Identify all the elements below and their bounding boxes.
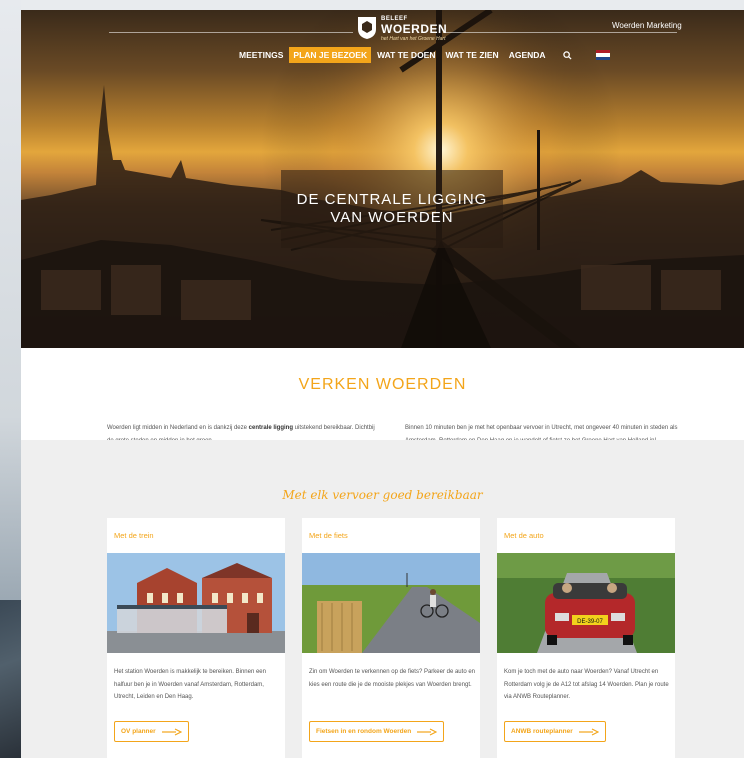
shield-logo-icon: [358, 17, 376, 39]
license-plate-text: DE-39-07: [577, 619, 603, 625]
button-label: ANWB routeplanner: [511, 728, 573, 735]
travel-script-heading: Met elk vervoer goed bereikbaar: [282, 488, 483, 502]
nav-item-agenda[interactable]: AGENDA: [505, 47, 550, 63]
main-nav: MEETINGS PLAN JE BEZOEK WAT TE DOEN WAT …: [235, 47, 610, 63]
anwb-routeplanner-button[interactable]: ANWB routeplanner: [504, 721, 606, 742]
arrow-right-icon: [161, 727, 182, 736]
nav-item-plan-je-bezoek[interactable]: PLAN JE BEZOEK: [289, 47, 372, 63]
header-divider-right: [443, 32, 677, 33]
red-car-photo: DE-39-07: [497, 553, 675, 653]
nav-item-meetings[interactable]: MEETINGS: [235, 47, 287, 63]
header-divider-left: [109, 32, 353, 33]
intro-left-bold: centrale ligging: [248, 425, 293, 431]
cycling-photo: [302, 553, 480, 653]
card-bike: Met de fiets Zin om Woerden te verkennen…: [302, 518, 480, 758]
logo-main-text: WOERDEN: [381, 22, 448, 36]
button-label: Fietsen in en rondom Woerden: [316, 728, 412, 735]
intro-section: VERKEN WOERDEN Woerden ligt midden in Ne…: [21, 348, 744, 444]
card-text: Het station Woerden is makkelijk te bere…: [114, 669, 266, 700]
travel-section: Met elk vervoer goed bereikbaar Met de t…: [21, 440, 744, 758]
dutch-flag-icon[interactable]: [595, 50, 610, 60]
button-label: OV planner: [121, 728, 156, 735]
card-text: Kom je toch met de auto naar Woerden? Va…: [504, 669, 669, 700]
card-title: Met de auto: [504, 531, 544, 540]
nav-item-wat-te-zien[interactable]: WAT TE ZIEN: [442, 47, 503, 63]
logo-tagline: het Hart van het Groene Hart: [381, 36, 446, 42]
site-logo[interactable]: BELEEF WOERDEN het Hart van het Groene H…: [357, 16, 447, 46]
ov-planner-button[interactable]: OV planner: [114, 721, 189, 742]
train-station-photo: [107, 553, 285, 653]
arrow-right-icon: [578, 727, 599, 736]
card-title: Met de trein: [114, 531, 154, 540]
hero-title-line2: VAN WOERDEN: [330, 209, 454, 226]
arrow-right-icon: [417, 727, 438, 736]
card-car: Met de auto DE-39-07 Kom je toch met de …: [497, 518, 675, 758]
hero-title-box: DE CENTRALE LIGGING VAN WOERDEN: [281, 170, 503, 248]
hero-banner: BELEEF WOERDEN het Hart van het Groene H…: [21, 10, 744, 348]
intro-left-pre: Woerden ligt midden in Nederland en is d…: [107, 425, 249, 431]
hero-title-line1: DE CENTRALE LIGGING: [296, 191, 488, 208]
backdrop-left-photo: [0, 600, 21, 758]
intro-heading: VERKEN WOERDEN: [298, 376, 467, 393]
webpage: BELEEF WOERDEN het Hart van het Groene H…: [21, 10, 744, 758]
card-train: Met de trein Het station Woerden is makk…: [107, 518, 285, 758]
backdrop-top: [0, 0, 744, 10]
woerden-marketing-link[interactable]: Woerden Marketing: [612, 21, 682, 30]
fietsen-button[interactable]: Fietsen in en rondom Woerden: [309, 721, 445, 742]
card-text: Zin om Woerden te verkennen op de fiets?…: [309, 669, 475, 688]
nav-item-wat-te-doen[interactable]: WAT TE DOEN: [373, 47, 439, 63]
card-title: Met de fiets: [309, 531, 348, 540]
search-icon[interactable]: [558, 47, 578, 63]
